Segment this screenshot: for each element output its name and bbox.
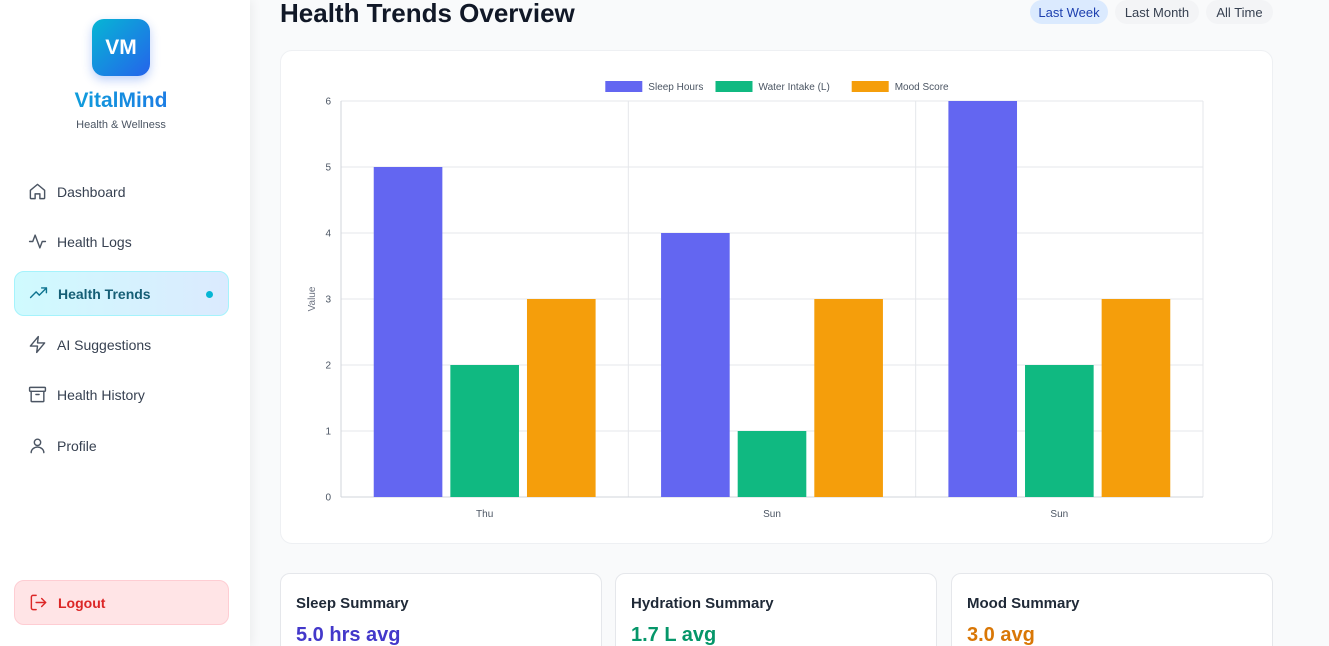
logout-label: Logout [58, 594, 106, 611]
bar-water-intake-l [1025, 365, 1094, 497]
x-tick-label: Thu [476, 509, 493, 520]
sidebar-item-label: Health History [57, 386, 145, 403]
filter-last-month-button[interactable]: Last Month [1115, 0, 1199, 24]
archive-icon [28, 386, 47, 403]
bar-mood-score [814, 299, 883, 497]
sidebar-item-health-history[interactable]: Health History [14, 372, 229, 417]
health-trends-chart: 0 1 2 3 4 5 6 Thu Sun Sun Value Sleep Hours Water In… [307, 81, 1204, 520]
page-title: Health Trends Overview [280, 0, 575, 28]
y-tick-label: 0 [325, 493, 331, 504]
log-out-icon [30, 594, 47, 611]
filter-last-week-button[interactable]: Last Week [1030, 0, 1108, 24]
summary-title: Hydration Summary [631, 595, 774, 612]
y-tick-label: 2 [325, 361, 331, 372]
brand-name: VitalMind [0, 89, 242, 113]
sidebar-item-label: Health Trends [58, 285, 151, 302]
summary-title: Mood Summary [967, 595, 1080, 612]
logo[interactable]: VM [92, 19, 150, 76]
y-tick-label: 1 [325, 427, 331, 438]
bar-water-intake-l [737, 431, 807, 497]
mood-summary-card: Mood Summary 3.0 avg [951, 573, 1273, 646]
home-icon [29, 183, 46, 200]
sidebar-item-health-trends[interactable]: Health Trends [14, 271, 229, 316]
sidebar-item-label: Health Logs [57, 233, 132, 250]
logout-button[interactable]: Logout [14, 580, 229, 625]
user-icon [30, 438, 45, 454]
legend-swatch [715, 81, 753, 92]
summary-value: 3.0 avg [967, 624, 1035, 646]
legend-swatch [851, 81, 889, 92]
sidebar-item-label: AI Suggestions [57, 336, 152, 353]
filter-all-time-button[interactable]: All Time [1206, 0, 1273, 24]
legend-label: Mood Score [895, 82, 949, 93]
x-tick-label: Sun [1050, 509, 1068, 520]
y-tick-label: 4 [325, 229, 331, 240]
sidebar-item-dashboard[interactable]: Dashboard [14, 169, 229, 214]
hydration-summary-card: Hydration Summary 1.7 L avg [615, 573, 937, 646]
sidebar: VM VitalMind Health & Wellness Dashboard… [0, 0, 250, 646]
x-tick-label: Sun [763, 509, 781, 520]
sidebar-item-ai-suggestions[interactable]: AI Suggestions [14, 322, 229, 367]
legend-label: Water Intake (L) [759, 82, 830, 93]
bar-mood-score [526, 299, 596, 497]
sidebar-item-label: Profile [57, 437, 97, 454]
bar-mood-score [1101, 299, 1171, 497]
sidebar-item-profile[interactable]: Profile [14, 423, 229, 468]
y-tick-label: 3 [325, 295, 331, 306]
bar-sleep-hours [373, 167, 443, 497]
brand-tagline: Health & Wellness [76, 119, 166, 131]
sleep-summary-card: Sleep Summary 5.0 hrs avg [280, 573, 602, 646]
y-tick-label: 5 [325, 163, 331, 174]
y-axis-label: Value [307, 286, 318, 311]
bar-sleep-hours [661, 233, 730, 497]
active-indicator-dot [206, 291, 213, 298]
summary-value: 1.7 L avg [631, 624, 717, 646]
trending-up-icon [29, 287, 48, 299]
activity-icon [28, 234, 47, 249]
bar-sleep-hours [948, 101, 1018, 497]
health-trends-chart-card: 0 1 2 3 4 5 6 Thu Sun Sun Value Sleep Hours Water In… [280, 50, 1273, 544]
bar-water-intake-l [450, 365, 519, 497]
y-tick-label: 6 [325, 97, 331, 108]
zap-icon [29, 335, 46, 354]
summary-title: Sleep Summary [296, 595, 409, 612]
sidebar-item-label: Dashboard [57, 183, 126, 200]
summary-value: 5.0 hrs avg [296, 624, 401, 646]
legend-swatch [605, 81, 643, 92]
sidebar-item-health-logs[interactable]: Health Logs [14, 219, 229, 264]
legend-label: Sleep Hours [648, 82, 703, 93]
